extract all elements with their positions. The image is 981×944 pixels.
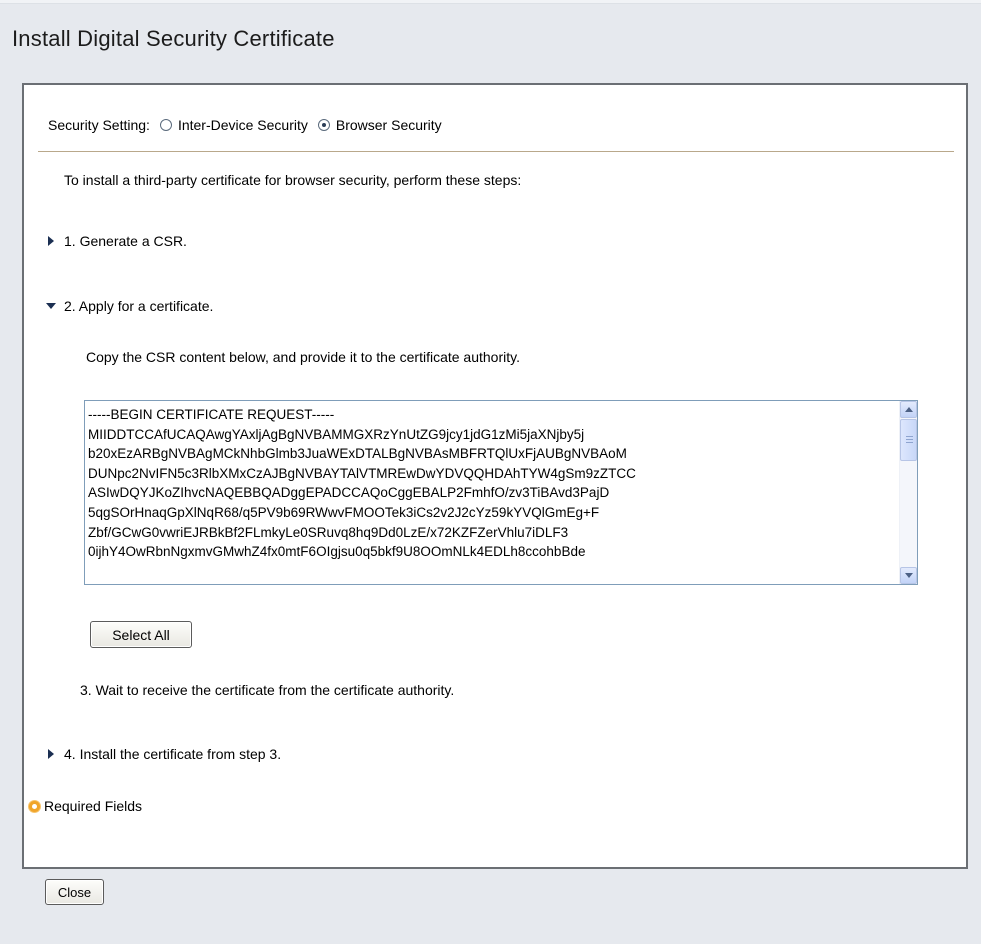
intro-text: To install a third-party certificate for… (64, 172, 522, 188)
csr-line[interactable]: MIIDDTCCAfUCAQAwgYAxljAgBgNVBAMMGXRzYnUt… (88, 425, 888, 445)
expand-triangle-icon[interactable] (48, 236, 54, 246)
inter-device-security-radio[interactable] (159, 119, 172, 131)
scroll-down-button[interactable] (900, 567, 917, 584)
csr-line[interactable]: ASIwDQYJKoZIhvcNAQEBBQADggEPADCCAQoCggEB… (88, 483, 888, 503)
step-generate-csr[interactable]: 1. Generate a CSR. (48, 233, 187, 249)
csr-line[interactable]: -----BEGIN CERTIFICATE REQUEST----- (88, 405, 888, 425)
arrow-up-icon (904, 407, 913, 412)
step-label[interactable]: 1. Generate a CSR. (64, 233, 187, 249)
scroll-thumb[interactable] (900, 419, 917, 461)
csr-line[interactable]: DUNpc2NvIFN5c3RlbXMxCzAJBgNVBAYTAlVTMREw… (88, 464, 888, 484)
csr-line[interactable]: 0ijhY4OwRbnNgxmvGMwhZ4fx0mtF6OIgjsu0q5bk… (88, 542, 888, 562)
dialog-title: Install Digital Security Certificate (12, 26, 335, 51)
csr-instruction: Copy the CSR content below, and provide … (86, 349, 520, 365)
required-fields-label: Required Fields (44, 798, 143, 814)
section-divider (38, 151, 954, 152)
csr-line[interactable]: 5qgSOrHnaqGpXlNqR68/q5PV9b69RWwvFMOOTek3… (88, 503, 888, 523)
collapse-triangle-icon[interactable] (46, 303, 56, 309)
csr-line[interactable]: b20xEzARBgNVBAgMCkNhbGlmb3JuaWExDTALBgNV… (88, 444, 888, 464)
required-gear-icon (29, 800, 40, 812)
csr-content[interactable]: -----BEGIN CERTIFICATE REQUEST----- MIIDD… (88, 405, 888, 562)
expand-triangle-icon[interactable] (48, 749, 54, 759)
arrow-down-icon (904, 573, 913, 578)
close-button[interactable]: Close (45, 879, 104, 905)
select-all-button[interactable]: Select All (90, 621, 192, 648)
step-label[interactable]: 2. Apply for a certificate. (64, 298, 213, 314)
csr-line[interactable]: Zbf/GCwG0vwriEJRBkBf2FLmkyLe0SRuvq8hq9Dd… (88, 523, 888, 543)
inter-device-security-label[interactable]: Inter-Device Security (178, 117, 308, 133)
grip-line (906, 436, 913, 437)
step-apply-certificate[interactable]: 2. Apply for a certificate. (46, 298, 213, 314)
grip-line (906, 439, 913, 440)
grip-line (906, 442, 913, 443)
browser-security-label[interactable]: Browser Security (336, 117, 442, 133)
step-install-certificate[interactable]: 4. Install the certificate from step 3. (48, 746, 281, 762)
required-fields-legend: Required Fields (29, 798, 142, 814)
csr-textarea[interactable]: -----BEGIN CERTIFICATE REQUEST----- MIIDD… (84, 400, 918, 585)
security-setting-row: Security Setting: Inter-Device Security … (48, 117, 452, 133)
security-setting-label: Security Setting: (48, 117, 150, 133)
browser-security-radio[interactable] (317, 119, 330, 131)
step-label: 3. Wait to receive the certificate from … (80, 682, 455, 698)
scroll-up-button[interactable] (900, 401, 917, 418)
csr-scrollbar[interactable] (899, 401, 917, 584)
top-border (0, 0, 981, 4)
step-label[interactable]: 4. Install the certificate from step 3. (64, 746, 281, 762)
step-wait-certificate: 3. Wait to receive the certificate from … (80, 682, 454, 698)
certificate-panel: Security Setting: Inter-Device Security … (22, 83, 968, 869)
